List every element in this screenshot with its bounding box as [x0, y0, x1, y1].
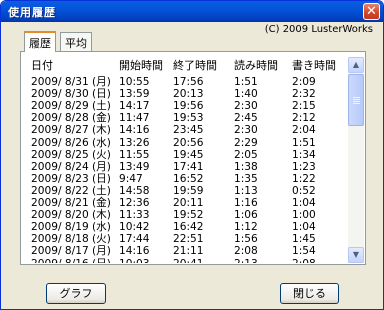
column-header-read-time: 読み時間: [234, 59, 278, 72]
list-header: 日付 開始時間 終了時間 読み時間 書き時間: [24, 57, 348, 72]
history-list[interactable]: 日付 開始時間 終了時間 読み時間 書き時間 2009/ 8/31 (月) 10:…: [24, 57, 348, 263]
cell-end-time: 20:41: [173, 257, 204, 264]
cell-date: 2009/ 8/16 (日): [31, 257, 111, 264]
tab-average[interactable]: 平均: [60, 32, 92, 51]
tab-history[interactable]: 履歴: [24, 31, 56, 52]
cell-write-time: 2:08: [292, 257, 316, 264]
table-row[interactable]: 2009/ 8/16 (日) 10:03 20:41 2:13 2:08: [24, 257, 348, 264]
cell-read-time: 2:13: [234, 257, 258, 264]
scroll-down-icon[interactable]: ▼: [348, 247, 364, 263]
close-icon[interactable]: ✕: [363, 3, 380, 20]
title-bar[interactable]: 使用履歴 ✕: [1, 1, 383, 22]
column-header-date: 日付: [31, 59, 53, 72]
scroll-thumb[interactable]: [348, 74, 364, 126]
close-button[interactable]: 閉じる: [280, 283, 339, 304]
window-title: 使用履歴: [8, 6, 56, 19]
column-header-end-time: 終了時間: [173, 59, 217, 72]
cell-start-time: 10:03: [119, 257, 150, 264]
scroll-up-icon[interactable]: ▲: [348, 57, 364, 73]
vertical-scrollbar[interactable]: ▲ ▼: [348, 57, 364, 263]
column-header-start-time: 開始時間: [119, 59, 163, 72]
copyright-label: (C) 2009 LusterWorks: [264, 24, 373, 35]
history-panel: 日付 開始時間 終了時間 読み時間 書き時間 2009/ 8/31 (月) 10:…: [20, 51, 366, 265]
column-header-write-time: 書き時間: [292, 59, 336, 72]
graph-button[interactable]: グラフ: [46, 283, 106, 304]
usage-history-window: 使用履歴 ✕ (C) 2009 LusterWorks 履歴 平均 日付 開始時…: [0, 0, 384, 310]
